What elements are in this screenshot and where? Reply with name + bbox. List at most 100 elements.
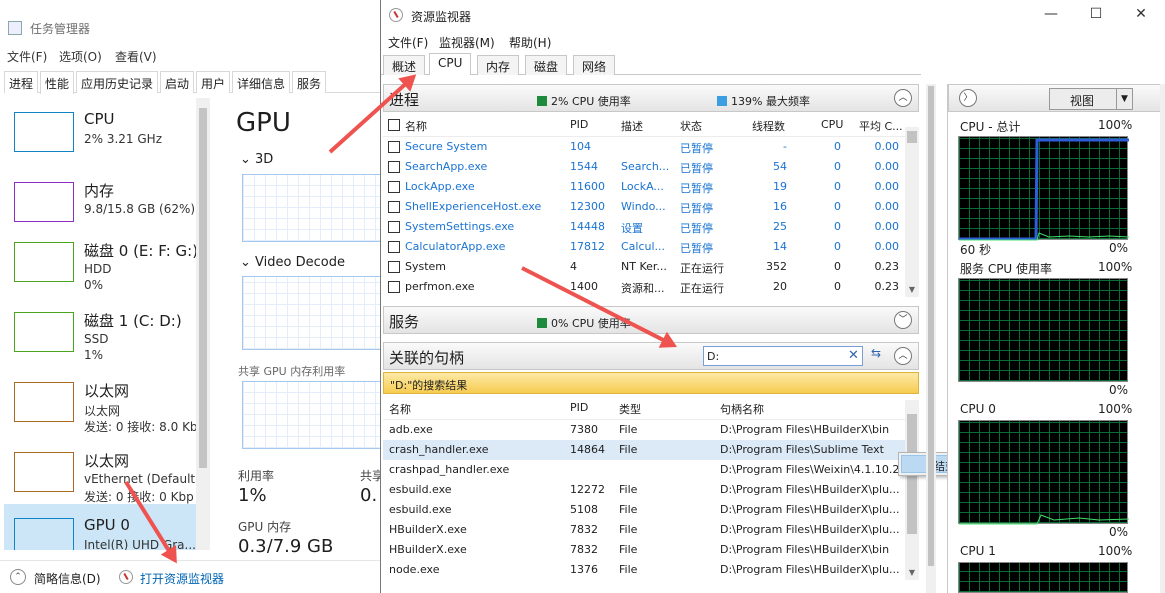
process-checkbox[interactable] bbox=[388, 201, 400, 213]
menu-view[interactable]: 查看(V) bbox=[115, 48, 157, 65]
refresh-search-icon[interactable]: ⇆ bbox=[866, 346, 886, 366]
process-checkbox[interactable] bbox=[388, 241, 400, 253]
tab-services[interactable]: 服务 bbox=[292, 71, 327, 93]
process-checkbox[interactable] bbox=[388, 141, 400, 153]
process-row[interactable]: LockApp.exe 11600 LockA... 已暂停 19 0 0.00 bbox=[383, 177, 905, 197]
process-row[interactable]: SystemSettings.exe 14448 设置 已暂停 25 0 0.00 bbox=[383, 217, 905, 237]
col-name[interactable]: 名称 bbox=[405, 118, 427, 134]
col-type[interactable]: 类型 bbox=[619, 401, 641, 417]
tab-users[interactable]: 用户 bbox=[196, 71, 231, 93]
handle-row[interactable]: crash_handler.exe 14864 File D:\Program Fil… bbox=[383, 440, 905, 460]
process-cell: perfmon.exe bbox=[405, 280, 475, 293]
menu-monitor[interactable]: 监视器(M) bbox=[439, 34, 495, 51]
col-description[interactable]: 描述 bbox=[621, 118, 643, 134]
process-checkbox[interactable] bbox=[388, 261, 400, 273]
process-checkbox[interactable] bbox=[388, 181, 400, 193]
tab-performance[interactable]: 性能 bbox=[40, 71, 75, 94]
task-manager-titlebar[interactable]: 任务管理器 bbox=[0, 0, 385, 40]
handles-search-input[interactable]: D: ✕ bbox=[703, 346, 863, 366]
main-scroll-thumb[interactable] bbox=[928, 86, 934, 566]
scroll-down-icon[interactable]: ▼ bbox=[905, 283, 919, 297]
handle-row[interactable]: adb.exe 7380 File D:\Program Files\HBuilder… bbox=[383, 420, 905, 440]
sidebar-item-ethernet-1[interactable]: 以太网 以太网 发送: 0 接收: 8.0 Kb bbox=[4, 368, 200, 436]
section-3d[interactable]: ⌄ 3D bbox=[240, 152, 273, 167]
process-checkbox[interactable] bbox=[388, 161, 400, 173]
sidebar-item-memory[interactable]: 内存 9.8/15.8 GB (62%) bbox=[4, 168, 200, 236]
process-row[interactable]: SearchApp.exe 1544 Search... 已暂停 54 0 0.00 bbox=[383, 157, 905, 177]
process-cell: 已暂停 bbox=[680, 182, 713, 195]
menu-help[interactable]: 帮助(H) bbox=[509, 34, 551, 51]
col-status[interactable]: 状态 bbox=[680, 118, 702, 134]
main-scrollbar[interactable] bbox=[926, 84, 936, 593]
handle-cell: 7832 bbox=[570, 523, 598, 536]
fewer-details-button[interactable]: 简略信息(D) bbox=[34, 570, 101, 587]
process-row[interactable]: CalculatorApp.exe 17812 Calcul... 已暂停 14 0 0.0… bbox=[383, 237, 905, 257]
sidebar-item-cpu[interactable]: CPU 2% 3.21 GHz bbox=[4, 98, 200, 166]
tab-processes[interactable]: 进程 bbox=[4, 71, 39, 93]
sidebar-item-gpu-0[interactable]: GPU 0 Intel(R) UHD Gra... 1% bbox=[4, 504, 200, 550]
sidebar-scroll-thumb[interactable] bbox=[199, 108, 207, 468]
process-checkbox[interactable] bbox=[388, 281, 400, 293]
process-checkbox[interactable] bbox=[388, 221, 400, 233]
sidebar-item-detail: 以太网 bbox=[84, 404, 121, 418]
handle-row[interactable]: node.exe 1376 File D:\Program Files\HBuilde… bbox=[383, 560, 905, 580]
collapse-chevron-icon[interactable]: ︿ bbox=[894, 347, 912, 365]
services-panel-header[interactable]: 服务 0% CPU 使用率 ﹀ bbox=[383, 306, 919, 334]
chevron-right-icon[interactable]: 〉 bbox=[959, 89, 977, 107]
sidebar-scrollbar[interactable] bbox=[196, 98, 210, 550]
view-dropdown-icon[interactable]: ▼ bbox=[1116, 88, 1133, 110]
handle-row[interactable]: esbuild.exe 5108 File D:\Program Files\HBui… bbox=[383, 500, 905, 520]
col-threads[interactable]: 线程数 bbox=[752, 118, 785, 134]
graphs-scrollbar[interactable] bbox=[1160, 84, 1165, 593]
process-cell: SystemSettings.exe bbox=[405, 220, 515, 233]
resource-monitor-titlebar[interactable]: 资源监视器 — ☐ ✕ bbox=[381, 0, 1165, 30]
col-avg-cpu[interactable]: 平均 C... bbox=[859, 118, 903, 134]
select-all-checkbox[interactable] bbox=[388, 119, 400, 131]
tab-details[interactable]: 详细信息 bbox=[232, 71, 291, 93]
collapse-chevron-icon[interactable]: ︿ bbox=[894, 89, 912, 107]
close-icon[interactable]: ✕ bbox=[1131, 6, 1151, 24]
process-row[interactable]: ShellExperienceHost.exe 12300 Windo... 已暂停 1… bbox=[383, 197, 905, 217]
handle-row[interactable]: esbuild.exe 12272 File D:\Program Files\HBu… bbox=[383, 480, 905, 500]
graph-cpu0-max: 100% bbox=[1098, 402, 1133, 416]
maximize-icon[interactable]: ☐ bbox=[1086, 6, 1106, 24]
sidebar-item-disk-0[interactable]: 磁盘 0 (E: F: G:) HDD 0% bbox=[4, 228, 200, 296]
handles-scrollbar[interactable]: ▼ bbox=[905, 400, 919, 580]
processes-scroll-thumb[interactable] bbox=[907, 131, 917, 143]
process-row[interactable]: System 4 NT Ker... 正在运行 352 0 0.23 bbox=[383, 257, 905, 277]
menu-options[interactable]: 选项(O) bbox=[59, 48, 102, 65]
graph-video-decode bbox=[242, 276, 385, 350]
col-name[interactable]: 名称 bbox=[389, 401, 411, 417]
clear-search-icon[interactable]: ✕ bbox=[848, 348, 859, 363]
col-pid[interactable]: PID bbox=[570, 118, 588, 131]
handle-row[interactable]: crashpad_handler.exe D:\Program Files\Wei… bbox=[383, 460, 905, 480]
search-results-text: "D:"的搜索结果 bbox=[390, 379, 468, 392]
section-video-decode[interactable]: ⌄ Video Decode bbox=[240, 255, 345, 270]
tab-app-history[interactable]: 应用历史记录 bbox=[76, 71, 159, 93]
process-row[interactable]: perfmon.exe 1400 资源和... 正在运行 20 0 0.23 bbox=[383, 277, 905, 297]
menu-file[interactable]: 文件(F) bbox=[388, 34, 428, 51]
handle-row[interactable]: HBuilderX.exe 7832 File D:\Program Files\HB… bbox=[383, 520, 905, 540]
menu-file[interactable]: 文件(F) bbox=[7, 48, 47, 65]
tab-startup[interactable]: 启动 bbox=[160, 71, 195, 93]
open-resource-monitor-link[interactable]: 打开资源监视器 bbox=[140, 570, 224, 587]
sidebar-item-disk-1[interactable]: 磁盘 1 (C: D:) SSD 1% bbox=[4, 298, 200, 366]
col-handle-name[interactable]: 句柄名称 bbox=[720, 401, 764, 417]
processes-panel-header[interactable]: 进程 2% CPU 使用率 139% 最大频率 ︿ bbox=[383, 84, 919, 112]
scroll-down-icon[interactable]: ▼ bbox=[905, 566, 919, 580]
sidebar-item-ethernet-2[interactable]: 以太网 vEthernet (Default ... 发送: 0 接收: 0 K… bbox=[4, 438, 210, 506]
tab-network[interactable]: 网络 bbox=[573, 55, 616, 75]
graph-cpu1-label: CPU 1 bbox=[960, 544, 996, 558]
sidebar-item-name: CPU bbox=[84, 110, 115, 128]
col-pid[interactable]: PID bbox=[570, 401, 588, 414]
chevron-up-icon[interactable]: ⌃ bbox=[10, 569, 26, 585]
col-cpu[interactable]: CPU bbox=[821, 118, 843, 131]
process-row[interactable]: Secure System 104 已暂停 - 0 0.00 bbox=[383, 137, 905, 157]
tab-cpu[interactable]: CPU bbox=[429, 53, 472, 75]
processes-scrollbar[interactable]: ▼ bbox=[905, 127, 919, 297]
tab-disk[interactable]: 磁盘 bbox=[525, 55, 568, 75]
expand-chevron-icon[interactable]: ﹀ bbox=[894, 311, 912, 329]
minimize-icon[interactable]: — bbox=[1041, 6, 1061, 24]
handle-row[interactable]: HBuilderX.exe 7832 File D:\Program Files\HB… bbox=[383, 540, 905, 560]
tab-memory[interactable]: 内存 bbox=[477, 55, 520, 75]
